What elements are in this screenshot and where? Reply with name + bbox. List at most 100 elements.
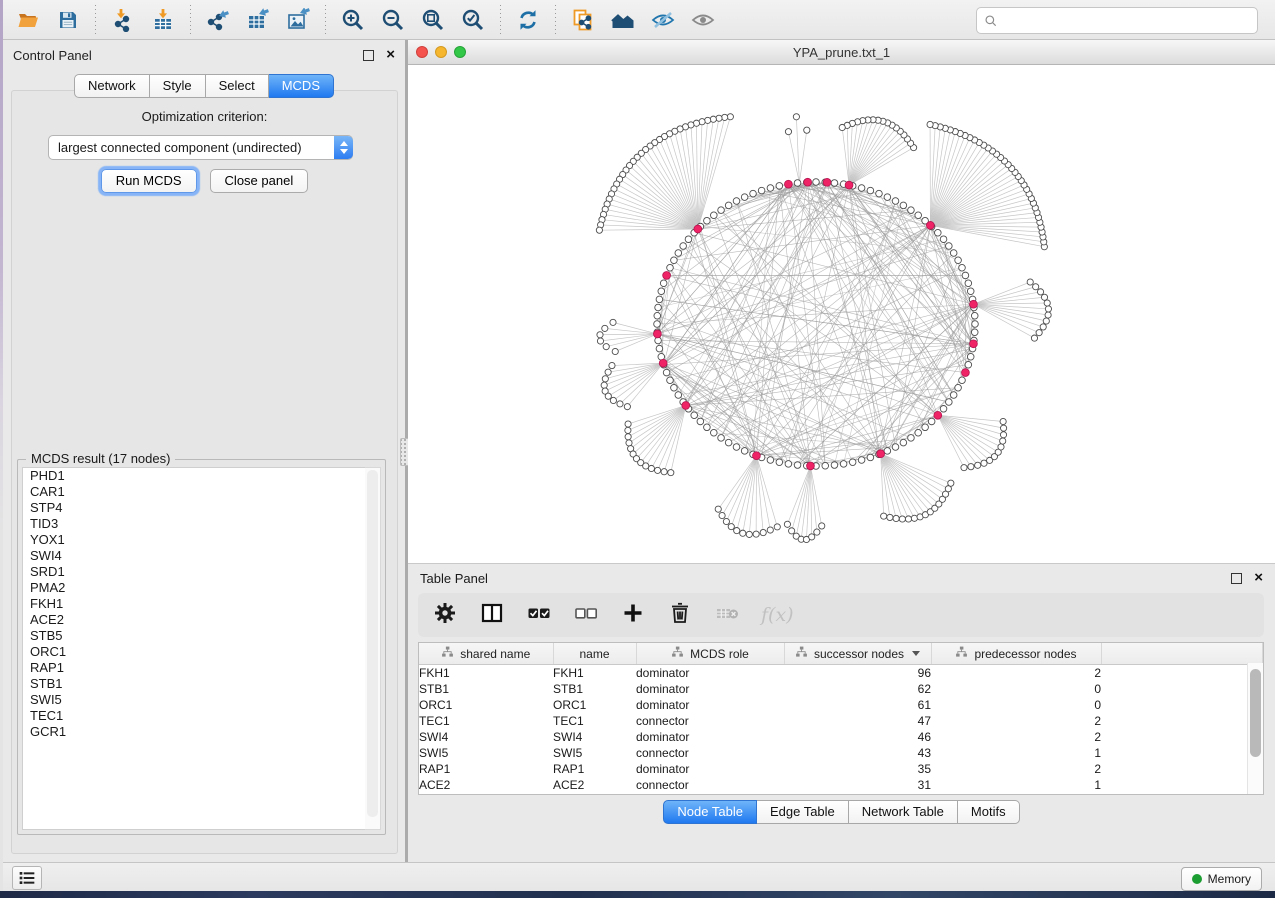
import-network-button[interactable] — [105, 4, 141, 36]
table-cell: connector — [636, 745, 784, 761]
close-table-panel-icon[interactable]: × — [1254, 573, 1263, 583]
mcds-result-item[interactable]: SRD1 — [23, 564, 365, 580]
optimization-criterion-select[interactable]: largest connected component (undirected) — [48, 135, 353, 160]
close-panel-button[interactable]: Close panel — [210, 169, 309, 193]
open-file-button[interactable] — [10, 4, 46, 36]
mcds-result-item[interactable]: STB5 — [23, 628, 365, 644]
tab-select[interactable]: Select — [206, 74, 269, 98]
table-row[interactable]: SWI4SWI4dominator462 — [419, 729, 1263, 745]
table-cell: dominator — [636, 761, 784, 777]
zoom-selected-button[interactable] — [455, 4, 491, 36]
split-columns-button[interactable] — [479, 602, 505, 628]
table-row[interactable]: TEC1TEC1connector472 — [419, 713, 1263, 729]
import-network-icon — [111, 8, 135, 32]
save-session-button[interactable] — [50, 4, 86, 36]
table-row[interactable]: FKH1FKH1dominator962 — [419, 665, 1263, 682]
memory-button[interactable]: Memory — [1181, 867, 1262, 891]
tab-motifs[interactable]: Motifs — [958, 800, 1020, 824]
export-table-button[interactable] — [240, 4, 276, 36]
column-header-MCDS-role[interactable]: MCDS role — [636, 643, 784, 665]
search-input[interactable] — [1002, 10, 1257, 32]
network-graph[interactable] — [408, 65, 1275, 563]
mcds-result-list[interactable]: PHD1CAR1STP4TID3YOX1SWI4SRD1PMA2FKH1ACE2… — [22, 467, 366, 830]
table-cell: 1 — [931, 777, 1101, 793]
search-box — [976, 7, 1258, 34]
table-cell — [1101, 665, 1263, 682]
mcds-panel: Optimization criterion: largest connecte… — [11, 90, 398, 854]
mcds-result-item[interactable]: PHD1 — [23, 468, 365, 484]
optimization-criterion-label: Optimization criterion: — [12, 109, 397, 124]
import-table-button[interactable] — [145, 4, 181, 36]
mcds-result-item[interactable]: CAR1 — [23, 484, 365, 500]
column-header-shared-name[interactable]: shared name — [419, 643, 553, 665]
settings-gear-button[interactable] — [432, 602, 458, 628]
mcds-result-item[interactable]: YOX1 — [23, 532, 365, 548]
run-mcds-button[interactable]: Run MCDS — [101, 169, 197, 193]
mcds-result-item[interactable]: RAP1 — [23, 660, 365, 676]
mcds-result-item[interactable]: TEC1 — [23, 708, 365, 724]
delete-table-icon — [715, 601, 739, 630]
zoom-in-button[interactable] — [335, 4, 371, 36]
table-scrollbar[interactable] — [1247, 663, 1263, 794]
table-cell — [1101, 793, 1263, 795]
select-all-checkboxes-button[interactable] — [526, 602, 552, 628]
table-cell: RAP1 — [553, 761, 636, 777]
float-panel-icon[interactable] — [363, 50, 374, 61]
table-cell: 29 — [784, 793, 931, 795]
tab-node-table[interactable]: Node Table — [663, 800, 757, 824]
hierarchy-icon — [795, 646, 808, 661]
mcds-result-item[interactable]: STP4 — [23, 500, 365, 516]
export-table-icon — [246, 8, 270, 32]
close-panel-icon[interactable]: × — [386, 50, 395, 60]
network-canvas[interactable] — [408, 65, 1275, 563]
delete-column-icon — [668, 601, 692, 630]
save-session-icon — [56, 8, 80, 32]
mcds-result-item[interactable]: FKH1 — [23, 596, 365, 612]
table-row[interactable]: YOX1YOX1connector291 — [419, 793, 1263, 795]
table-cell: 0 — [931, 681, 1101, 697]
refresh-button[interactable] — [510, 4, 546, 36]
table-cell: SWI5 — [553, 745, 636, 761]
hide-eye-button[interactable] — [645, 4, 681, 36]
add-column-button[interactable] — [620, 602, 646, 628]
mcds-result-item[interactable]: ACE2 — [23, 612, 365, 628]
table-row[interactable]: ORC1ORC1dominator610 — [419, 697, 1263, 713]
tab-network[interactable]: Network — [74, 74, 150, 98]
column-header-name[interactable]: name — [553, 643, 636, 665]
deselect-all-checkboxes-button[interactable] — [573, 602, 599, 628]
mcds-result-item[interactable]: SWI5 — [23, 692, 365, 708]
tab-network-table[interactable]: Network Table — [849, 800, 958, 824]
delete-column-button[interactable] — [667, 602, 693, 628]
main-toolbar — [0, 0, 1275, 40]
network-titlebar[interactable]: YPA_prune.txt_1 — [408, 40, 1275, 65]
float-table-panel-icon[interactable] — [1231, 573, 1242, 584]
mcds-result-item[interactable]: ORC1 — [23, 644, 365, 660]
table-row[interactable]: RAP1RAP1dominator352 — [419, 761, 1263, 777]
zoom-in-icon — [341, 8, 365, 32]
tab-mcds[interactable]: MCDS — [269, 74, 334, 98]
houses-button[interactable] — [605, 4, 641, 36]
export-network-button[interactable] — [200, 4, 236, 36]
table-row[interactable]: STB1STB1dominator620 — [419, 681, 1263, 697]
mcds-result-item[interactable]: PMA2 — [23, 580, 365, 596]
tab-style[interactable]: Style — [150, 74, 206, 98]
table-cell: SWI4 — [419, 729, 553, 745]
export-image-button[interactable] — [280, 4, 316, 36]
toolbar-separator — [325, 5, 326, 35]
column-header-successor-nodes[interactable]: successor nodes — [784, 643, 931, 665]
table-cell — [1101, 777, 1263, 793]
mcds-result-item[interactable]: GCR1 — [23, 724, 365, 740]
column-header-predecessor-nodes[interactable]: predecessor nodes — [931, 643, 1101, 665]
show-eye-button[interactable] — [685, 4, 721, 36]
zoom-out-button[interactable] — [375, 4, 411, 36]
mcds-result-item[interactable]: SWI4 — [23, 548, 365, 564]
zoom-fit-button[interactable] — [415, 4, 451, 36]
tab-edge-table[interactable]: Edge Table — [757, 800, 849, 824]
mcds-result-item[interactable]: STB1 — [23, 676, 365, 692]
table-row[interactable]: ACE2ACE2connector311 — [419, 777, 1263, 793]
task-history-button[interactable] — [12, 866, 42, 890]
mcds-list-scrollbar[interactable] — [365, 467, 381, 830]
table-row[interactable]: SWI5SWI5connector431 — [419, 745, 1263, 761]
duplicate-network-button[interactable] — [565, 4, 601, 36]
mcds-result-item[interactable]: TID3 — [23, 516, 365, 532]
